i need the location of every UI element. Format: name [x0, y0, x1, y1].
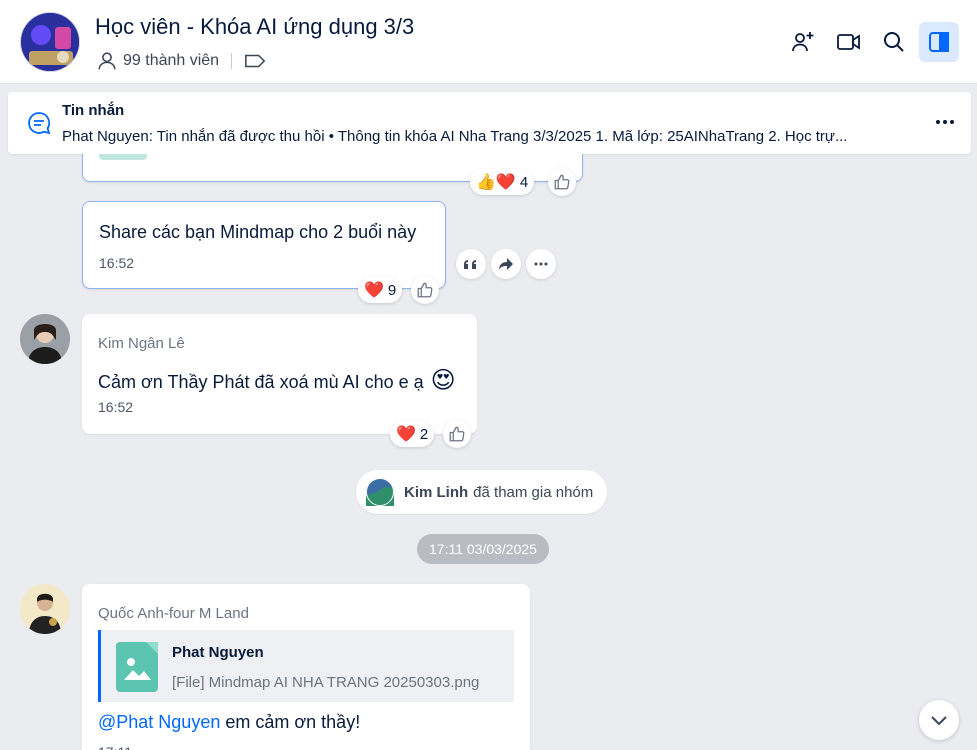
quoted-message[interactable]: Phat Nguyen [File] Mindmap AI NHA TRANG … [98, 630, 514, 702]
video-call-icon [837, 34, 860, 50]
search-icon [884, 32, 904, 52]
reaction-count: 9 [387, 281, 397, 299]
group-avatar[interactable] [20, 12, 80, 72]
emoji: 😍 [430, 367, 456, 394]
chat-bubble-icon [28, 112, 51, 135]
message-text: Cảm ơn Thầy Phát đã xoá mù AI cho e ạ 😍 [98, 366, 456, 395]
avatar[interactable] [20, 584, 70, 634]
thumbs-up-icon [554, 174, 570, 190]
thumbs-up-icon [449, 426, 465, 442]
quote-icon [464, 260, 476, 269]
avatar[interactable] [20, 314, 70, 364]
video-call-button[interactable] [829, 22, 869, 62]
divider [231, 53, 233, 69]
message-text: Share các bạn Mindmap cho 2 buổi này [99, 222, 417, 242]
date-separator: 17:11 03/03/2025 [417, 534, 549, 564]
quoted-sender: Phat Nguyen [172, 644, 264, 661]
message-text-body: em cảm ơn thầy! [220, 712, 361, 732]
chevron-down-icon [931, 716, 947, 726]
more-icon [534, 262, 548, 266]
sender-name: Kim Ngân Lê [98, 335, 185, 352]
image-file-icon [116, 642, 158, 692]
pinned-text: Phat Nguyen: Tin nhắn đã được thu hồi • … [62, 128, 848, 145]
reaction-emoji: ❤️ [364, 282, 384, 299]
message-time: 16:52 [98, 399, 134, 415]
quote-button[interactable] [456, 249, 486, 279]
reaction-pill[interactable]: 👍❤️ 4 [470, 169, 535, 195]
forward-button[interactable] [491, 249, 521, 279]
search-button[interactable] [874, 22, 914, 62]
message-bubble[interactable]: Kim Ngân Lê Cảm ơn Thầy Phát đã xoá mù A… [82, 314, 477, 434]
join-notice: Kim Linh đã tham gia nhóm [356, 470, 608, 514]
join-text: đã tham gia nhóm [473, 483, 594, 501]
reaction-emoji: ❤️ [396, 426, 416, 443]
message-bubble[interactable]: Quốc Anh-four M Land Phat Nguyen [File] … [82, 584, 530, 750]
scroll-to-bottom-button[interactable] [919, 700, 959, 740]
sender-name: Quốc Anh-four M Land [98, 605, 249, 622]
quoted-text: [File] Mindmap AI NHA TRANG 20250303.png [172, 674, 480, 691]
file-thumbnail [99, 154, 147, 160]
like-button[interactable] [411, 276, 439, 304]
more-icon [936, 120, 954, 124]
message-time: 17:11 [98, 744, 132, 750]
add-member-button[interactable] [783, 22, 823, 62]
thumbs-up-icon [417, 282, 433, 298]
pinned-title: Tin nhắn [62, 102, 125, 119]
reaction-count: 2 [419, 425, 429, 443]
message-text-body: Cảm ơn Thầy Phát đã xoá mù AI cho e ạ [98, 372, 424, 392]
chat-header: Học viên - Khóa AI ứng dụng 3/3 99 thành… [0, 0, 977, 84]
sidebar-toggle-button[interactable] [919, 22, 959, 62]
like-button[interactable] [443, 420, 471, 448]
message-text: @Phat Nguyen em cảm ơn thầy! [98, 712, 360, 733]
more-options-button[interactable] [933, 110, 957, 134]
more-actions-button[interactable] [526, 249, 556, 279]
message-time: 16:52 [99, 255, 135, 271]
reaction-pill[interactable]: ❤️ 2 [390, 421, 435, 447]
forward-icon [499, 258, 513, 270]
group-title: Học viên - Khóa AI ứng dụng 3/3 [95, 14, 415, 39]
reaction-emoji: 👍❤️ [476, 174, 516, 191]
reaction-pill[interactable]: ❤️ 9 [358, 277, 403, 303]
add-member-icon [792, 32, 814, 52]
like-button[interactable] [548, 168, 576, 196]
message-bubble[interactable]: Share các bạn Mindmap cho 2 buổi này 16:… [82, 201, 446, 289]
sidebar-toggle-icon [929, 32, 949, 52]
mention-link[interactable]: @Phat Nguyen [98, 712, 220, 732]
reaction-count: 4 [519, 173, 529, 191]
person-icon [98, 52, 116, 70]
pinned-message-bar[interactable]: Tin nhắn Phat Nguyen: Tin nhắn đã được t… [8, 92, 971, 154]
member-count: 99 thành viên [123, 52, 220, 69]
member-info[interactable]: 99 thành viên [96, 50, 266, 72]
avatar[interactable] [366, 478, 394, 506]
tag-icon[interactable] [244, 52, 266, 70]
joined-user-name[interactable]: Kim Linh [404, 484, 468, 501]
